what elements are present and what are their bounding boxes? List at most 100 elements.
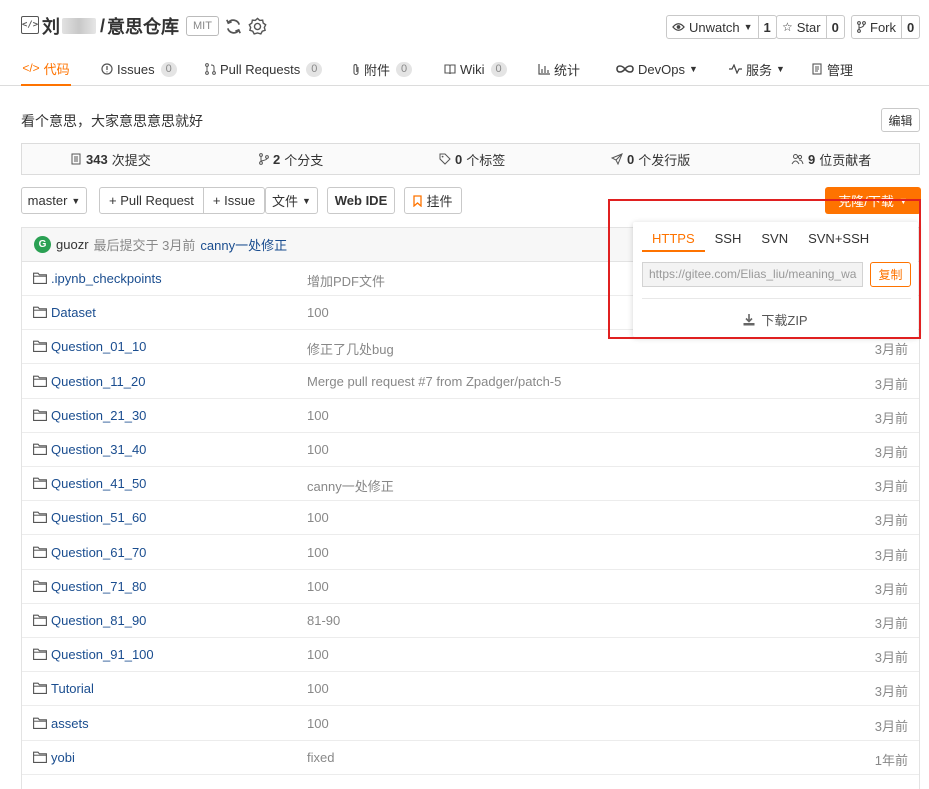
table-row[interactable]: Question_31_40 100 3月前 [22, 433, 919, 467]
file-name[interactable]: Question_61_70 [51, 545, 146, 560]
gvp-icon[interactable] [248, 17, 267, 36]
file-commit-message[interactable]: 100 [307, 681, 329, 696]
avatar[interactable]: G [34, 236, 51, 253]
file-commit-message[interactable]: 增加PDF文件 [307, 271, 385, 290]
file-name[interactable]: assets [51, 716, 89, 731]
tab-wiki[interactable]: Wiki 0 [444, 52, 507, 86]
file-commit-time: 3月前 [874, 684, 908, 700]
table-row[interactable]: assets 100 3月前 [22, 707, 919, 741]
infinity-icon [616, 65, 634, 73]
web-ide-button[interactable]: Web IDE [327, 187, 395, 214]
star-button[interactable]: ☆ Star [777, 16, 827, 38]
file-commit-message[interactable]: 100 [307, 545, 329, 560]
sync-icon[interactable] [224, 17, 243, 36]
file-commit-message[interactable]: fixed [307, 750, 334, 765]
table-row[interactable]: Question_41_50 canny一处修正 3月前 [22, 467, 919, 502]
table-row[interactable]: Question_21_30 100 3月前 [22, 399, 919, 433]
tab-pull-requests[interactable]: Pull Requests 0 [205, 52, 323, 86]
star-icon: ☆ [782, 20, 793, 34]
edit-description-button[interactable]: 编辑 [881, 108, 920, 132]
table-row[interactable]: Tutorial 100 3月前 [22, 672, 919, 707]
file-name[interactable]: Question_11_20 [51, 374, 145, 389]
repo-name[interactable]: 意思仓库 [107, 13, 179, 39]
file-name[interactable]: Question_01_10 [51, 339, 146, 354]
file-commit-message[interactable]: Merge pull request #7 from Zpadger/patch… [307, 374, 561, 389]
file-commit-message[interactable]: 100 [307, 510, 329, 525]
file-commit-message[interactable]: 修正了几处bug [307, 339, 394, 358]
file-name[interactable]: Question_21_30 [51, 408, 146, 423]
file-commit-message[interactable]: canny一处修正 [307, 476, 394, 495]
tab-attachments[interactable]: 附件 0 [352, 52, 413, 86]
widget-button[interactable]: 挂件 [404, 187, 462, 214]
file-name[interactable]: Dataset [51, 305, 96, 320]
file-commit-message[interactable]: 100 [307, 647, 329, 662]
table-row[interactable]: Question_61_70 100 3月前 [22, 536, 919, 570]
table-row[interactable]: Question_51_60 100 3月前 [22, 501, 919, 536]
commit-author[interactable]: guozr [56, 237, 89, 252]
table-row[interactable]: yobi fixed 1年前 [22, 741, 919, 775]
file-commit-time: 3月前 [874, 376, 908, 392]
tab-code[interactable]: </> 代码 [21, 52, 71, 86]
file-commit-message[interactable]: 100 [307, 408, 329, 423]
file-name[interactable]: yobi [51, 750, 75, 765]
file-commit-message[interactable]: 81-90 [307, 613, 340, 628]
stat-tags-label: 个标签 [466, 152, 506, 168]
tab-issues[interactable]: Issues 0 [101, 52, 177, 86]
repo-title[interactable]: 刘 / 意思仓库 [42, 14, 179, 38]
stat-releases[interactable]: 0 个发行版 [611, 144, 690, 174]
license-badge[interactable]: MIT [186, 16, 219, 36]
file-name[interactable]: Question_31_40 [51, 442, 146, 457]
file-name[interactable]: .ipynb_checkpoints [51, 271, 162, 286]
file-commit-message[interactable]: 100 [307, 305, 329, 320]
file-name[interactable]: Tutorial [51, 681, 94, 696]
stat-commits[interactable]: 343 次提交 [71, 144, 151, 174]
file-name[interactable]: Question_81_90 [51, 613, 146, 628]
stat-commits-count: 343 [86, 151, 108, 167]
tab-pull-requests-label: Pull Requests [220, 61, 301, 77]
watch-button[interactable]: Unwatch ▼ [667, 16, 759, 38]
stat-tags[interactable]: 0 个标签 [439, 144, 505, 174]
new-issue-button[interactable]: + Issue [204, 188, 264, 213]
tab-code-label: 代码 [43, 61, 70, 77]
file-commit-time: 3月前 [874, 581, 908, 597]
file-name[interactable]: Question_51_60 [51, 510, 146, 525]
file-commit-message[interactable]: 100 [307, 716, 329, 731]
star-button-group[interactable]: ☆ Star 0 [776, 15, 845, 39]
stat-contributors[interactable]: 9 位贡献者 [791, 144, 871, 174]
tab-statistics[interactable]: 统计 [538, 52, 580, 86]
commit-message[interactable]: canny一处修正 [200, 235, 287, 254]
issue-icon [101, 63, 113, 75]
file-name[interactable]: Question_71_80 [51, 579, 146, 594]
table-row[interactable]: Question_71_80 100 3月前 [22, 570, 919, 604]
tab-manage[interactable]: 管理 [812, 52, 853, 86]
chart-icon [538, 63, 550, 75]
watch-count[interactable]: 1 [759, 16, 776, 38]
star-count[interactable]: 0 [827, 16, 844, 38]
file-name[interactable]: Question_91_100 [51, 647, 154, 662]
new-pull-request-button[interactable]: + Pull Request [100, 188, 204, 213]
fork-count[interactable]: 0 [902, 16, 919, 38]
tab-services[interactable]: 服务 ▼ [729, 52, 785, 86]
fork-button[interactable]: Fork [852, 16, 902, 38]
folder-icon [33, 272, 47, 284]
branch-select[interactable]: master ▼ [21, 187, 87, 214]
tab-devops[interactable]: DevOps ▼ [616, 52, 698, 86]
file-commit-time: 1年前 [874, 752, 908, 768]
fork-button-group[interactable]: Fork 0 [851, 15, 921, 39]
stat-releases-label: 个发行版 [638, 152, 691, 168]
file-commit-message[interactable]: 100 [307, 579, 329, 594]
stat-branches[interactable]: 2 个分支 [259, 144, 323, 174]
table-row[interactable]: Question_81_90 81-90 3月前 [22, 604, 919, 638]
repo-owner[interactable]: 刘 [42, 13, 60, 39]
watch-button-group[interactable]: Unwatch ▼ 1 [666, 15, 777, 39]
tab-attachments-label: 附件 [364, 62, 391, 78]
folder-icon [33, 546, 47, 558]
folder-icon [33, 614, 47, 626]
tab-statistics-label: 统计 [554, 62, 581, 78]
file-name[interactable]: Question_41_50 [51, 476, 146, 491]
file-menu-button[interactable]: 文件 ▼ [265, 187, 318, 214]
file-commit-time: 3月前 [874, 547, 908, 563]
table-row[interactable]: Question_91_100 100 3月前 [22, 638, 919, 673]
table-row[interactable]: Question_11_20 Merge pull request #7 from… [22, 365, 919, 399]
file-commit-message[interactable]: 100 [307, 442, 329, 457]
